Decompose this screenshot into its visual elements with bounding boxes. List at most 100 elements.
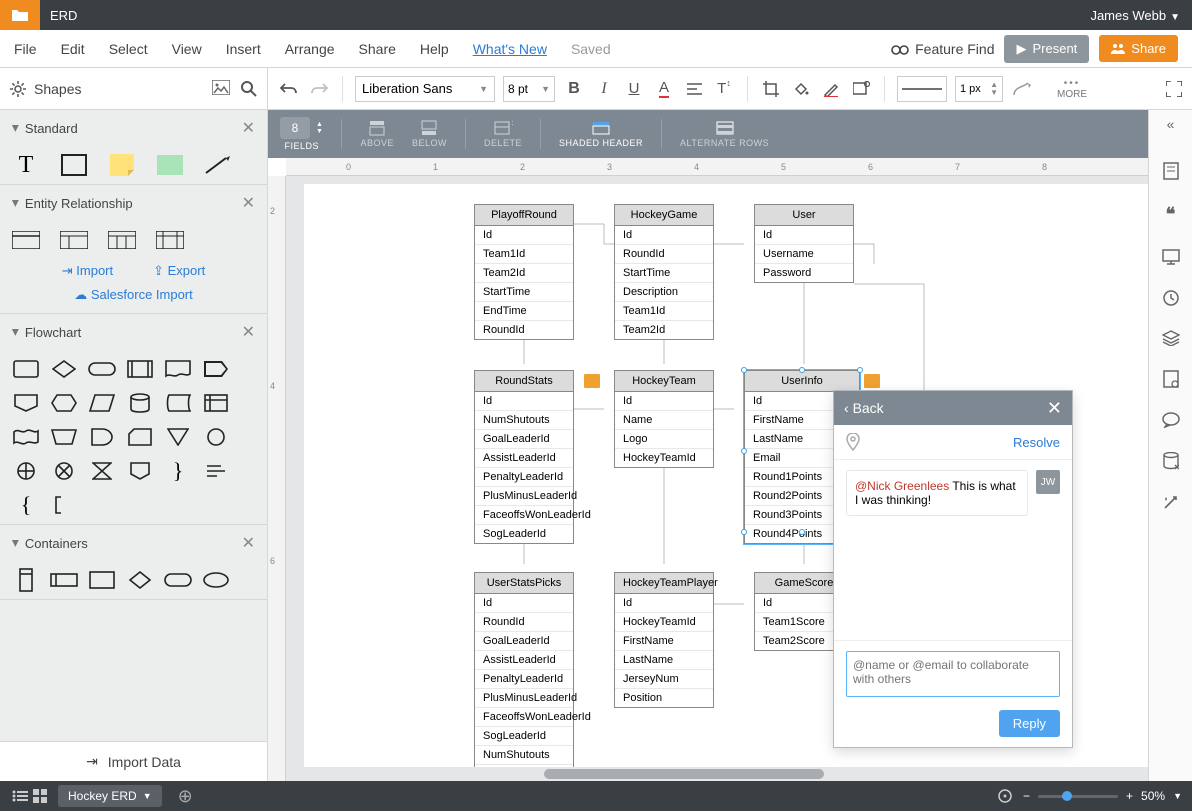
entity-field[interactable]: Team2Id <box>615 321 713 339</box>
redo-button[interactable] <box>308 78 330 100</box>
entity-userstatspicks[interactable]: UserStatsPicksIdRoundIdGoalLeaderIdAssis… <box>474 572 574 781</box>
entity-field[interactable]: NumShutouts <box>475 746 573 765</box>
gear-icon[interactable] <box>10 81 26 97</box>
fields-control[interactable]: ▲▼ FIELDS <box>280 117 323 151</box>
entity-field[interactable]: PlusMinusLeaderId <box>475 689 573 708</box>
resolve-button[interactable]: Resolve <box>1013 435 1060 450</box>
entity-field[interactable]: JerseyNum <box>615 670 713 689</box>
zoom-value[interactable]: 50% <box>1141 789 1165 803</box>
zoom-in-button[interactable]: + <box>1126 789 1133 803</box>
entity-field[interactable]: PenaltyLeaderId <box>475 670 573 689</box>
entity-field[interactable]: Position <box>615 689 713 707</box>
cnt-ellipse-icon[interactable] <box>202 569 230 591</box>
zoom-slider[interactable] <box>1038 795 1118 798</box>
layers-icon[interactable] <box>1162 330 1180 346</box>
entity-roundstats[interactable]: RoundStatsIdNumShutoutsGoalLeaderIdAssis… <box>474 370 574 544</box>
menu-share[interactable]: Share <box>359 41 396 57</box>
stepper-icon[interactable]: ▲▼ <box>316 121 323 135</box>
entity-field[interactable]: StartTime <box>475 283 573 302</box>
fc-or-icon[interactable] <box>50 460 78 482</box>
feature-find[interactable]: Feature Find <box>891 41 994 57</box>
database-icon[interactable] <box>1163 452 1179 470</box>
menu-select[interactable]: Select <box>109 41 148 57</box>
entity-field[interactable]: Team1Id <box>475 245 573 264</box>
entity-header[interactable]: PlayoffRound <box>475 205 573 226</box>
horizontal-scrollbar[interactable] <box>304 767 1148 781</box>
entity-field[interactable]: Id <box>475 226 573 245</box>
fc-data-icon[interactable] <box>88 392 116 414</box>
zoom-target-icon[interactable] <box>995 786 1015 806</box>
fc-annotation-icon[interactable] <box>50 494 78 516</box>
section-flowchart[interactable]: ▶Flowchart✕ <box>0 314 267 350</box>
fc-note-icon[interactable] <box>202 460 230 482</box>
alternate-rows-button[interactable]: ALTERNATE ROWS <box>680 120 769 148</box>
fc-predef-icon[interactable] <box>126 358 154 380</box>
entity-field[interactable]: HockeyTeamId <box>615 449 713 467</box>
entity-field[interactable]: Name <box>615 411 713 430</box>
close-icon[interactable]: ✕ <box>242 322 255 342</box>
shaded-header-button[interactable]: SHADED HEADER <box>559 120 643 148</box>
reply-button[interactable]: Reply <box>999 710 1060 737</box>
entity-field[interactable]: RoundId <box>475 321 573 339</box>
fc-merge-icon[interactable] <box>164 426 192 448</box>
selection-handle[interactable] <box>799 367 805 373</box>
entity-field[interactable]: Id <box>615 392 713 411</box>
entity-hockeyteam[interactable]: HockeyTeamIdNameLogoHockeyTeamId <box>614 370 714 468</box>
fc-card-icon[interactable] <box>126 426 154 448</box>
history-icon[interactable] <box>1162 289 1179 306</box>
fc-collate-icon[interactable] <box>88 460 116 482</box>
entity-field[interactable]: FaceoffsWonLeaderId <box>475 506 573 525</box>
shape-options-button[interactable] <box>850 78 872 100</box>
cnt-diamond-icon[interactable] <box>126 569 154 591</box>
entity-field[interactable]: Id <box>475 594 573 613</box>
grid-view-icon[interactable] <box>30 786 50 806</box>
fc-connector-icon[interactable] <box>202 426 230 448</box>
import-data-button[interactable]: ⇥ Import Data <box>0 741 267 781</box>
entity-header[interactable]: RoundStats <box>475 371 573 392</box>
selection-handle[interactable] <box>741 529 747 535</box>
entity-header[interactable]: HockeyTeam <box>615 371 713 392</box>
font-select[interactable]: Liberation Sans▼ <box>355 76 495 102</box>
export-link[interactable]: ⇪ Export <box>153 263 205 279</box>
rect-shape-icon[interactable] <box>60 154 88 176</box>
section-er[interactable]: ▶Entity Relationship✕ <box>0 185 267 221</box>
menu-edit[interactable]: Edit <box>61 41 85 57</box>
entity-field[interactable]: FirstName <box>615 632 713 651</box>
fc-decision-icon[interactable] <box>50 358 78 380</box>
er-table1-icon[interactable] <box>12 229 40 251</box>
search-icon[interactable] <box>240 80 257 97</box>
page-tab[interactable]: Hockey ERD▼ <box>58 785 162 807</box>
cnt-lane-icon[interactable] <box>12 569 40 591</box>
close-icon[interactable]: ✕ <box>242 118 255 138</box>
text-tool-button[interactable]: T↕ <box>713 78 735 100</box>
line-width-select[interactable]: 1 px▲▼ <box>955 76 1003 102</box>
entity-field[interactable]: GoalLeaderId <box>475 632 573 651</box>
section-containers[interactable]: ▶Containers✕ <box>0 525 267 561</box>
underline-button[interactable]: U <box>623 78 645 100</box>
comment-marker[interactable] <box>584 374 600 388</box>
arrow-shape-icon[interactable] <box>204 154 232 176</box>
menu-arrange[interactable]: Arrange <box>285 41 335 57</box>
fc-display-icon[interactable] <box>202 358 230 380</box>
entity-hockeyteamplayer[interactable]: HockeyTeamPlayerIdHockeyTeamIdFirstNameL… <box>614 572 714 708</box>
fc-brace-icon[interactable]: } <box>164 460 192 482</box>
border-color-button[interactable] <box>820 78 842 100</box>
more-button[interactable]: •••MORE <box>1057 78 1087 100</box>
line-style-select[interactable] <box>897 76 947 102</box>
entity-header[interactable]: HockeyTeamPlayer <box>615 573 713 594</box>
fc-and-icon[interactable] <box>88 426 116 448</box>
presentation-icon[interactable] <box>1162 249 1180 265</box>
share-button[interactable]: Share <box>1099 35 1178 62</box>
entity-field[interactable]: Password <box>755 264 853 282</box>
er-table2-icon[interactable] <box>60 229 88 251</box>
entity-header[interactable]: UserStatsPicks <box>475 573 573 594</box>
fc-sum-icon[interactable] <box>12 460 40 482</box>
close-icon[interactable]: ✕ <box>242 533 255 553</box>
entity-field[interactable]: SogLeaderId <box>475 727 573 746</box>
entity-field[interactable]: Username <box>755 245 853 264</box>
undo-button[interactable] <box>278 78 300 100</box>
data-linking-icon[interactable] <box>1163 370 1179 388</box>
fc-storage-icon[interactable] <box>164 392 192 414</box>
fc-internal-icon[interactable] <box>202 392 230 414</box>
bold-button[interactable]: B <box>563 78 585 100</box>
